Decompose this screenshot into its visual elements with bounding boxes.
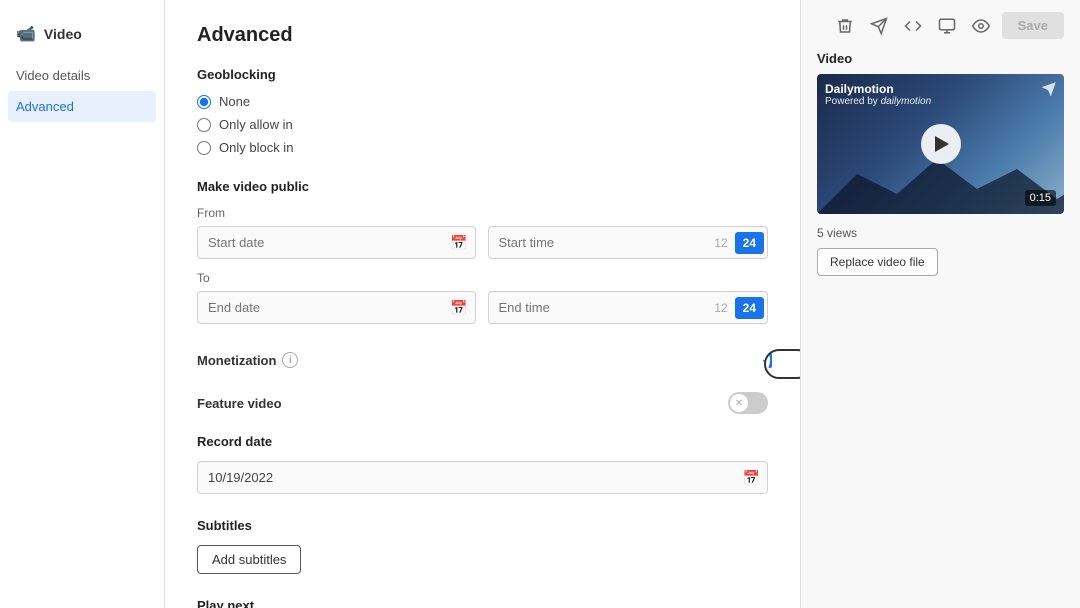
geoblocking-none-radio[interactable] <box>197 95 211 109</box>
play-next-section: Play next <box>197 598 768 608</box>
from-row: 📅 12 24 <box>197 226 768 259</box>
video-brand: Dailymotion Powered by dailymotion <box>825 82 931 107</box>
monetization-row: Monetization i ✓ <box>197 348 768 372</box>
end-time-badge[interactable]: 24 <box>735 297 764 319</box>
feature-video-toggle[interactable]: ✕ <box>728 392 768 414</box>
subtitles-title: Subtitles <box>197 518 768 533</box>
duration-badge: 0:15 <box>1025 190 1056 206</box>
geoblocking-title: Geoblocking <box>197 67 768 82</box>
video-send-icon <box>1042 82 1056 99</box>
geoblocking-none[interactable]: None <box>197 94 768 109</box>
start-time-number: 12 <box>710 236 731 250</box>
send-button[interactable] <box>866 13 892 39</box>
sidebar: 📹 Video Video details Advanced <box>0 0 165 608</box>
make-public-title: Make video public <box>197 179 768 194</box>
toolbar: Save <box>817 12 1064 39</box>
add-subtitles-button[interactable]: Add subtitles <box>197 545 301 574</box>
monetization-slider: ✓ <box>768 353 772 368</box>
start-date-wrap: 📅 <box>197 226 476 259</box>
geoblocking-only-block[interactable]: Only block in <box>197 140 768 155</box>
start-time-input[interactable] <box>489 227 711 258</box>
record-date-input[interactable] <box>197 461 768 494</box>
start-date-input[interactable] <box>197 226 476 259</box>
geoblocking-only-allow[interactable]: Only allow in <box>197 117 768 132</box>
play-button[interactable] <box>921 124 961 164</box>
views-count: 5 views <box>817 226 1064 240</box>
feature-video-slider: ✕ <box>728 392 768 414</box>
sidebar-title: Video <box>44 26 82 42</box>
replace-video-button[interactable]: Replace video file <box>817 248 938 276</box>
feature-video-row: Feature video ✕ <box>197 388 768 418</box>
feature-video-knob: ✕ <box>730 394 748 412</box>
geoblocking-section: Geoblocking None Only allow in Only bloc… <box>197 67 768 155</box>
right-panel: Save Video Dailymotion Powered by dailym… <box>800 0 1080 608</box>
to-label: To <box>197 271 768 285</box>
monetization-info-icon[interactable]: i <box>282 352 298 368</box>
page-title: Advanced <box>197 24 768 47</box>
sidebar-item-video-details[interactable]: Video details <box>0 60 164 91</box>
record-date-calendar-icon: 📅 <box>743 469 760 486</box>
video-thumbnail[interactable]: Dailymotion Powered by dailymotion 0:15 <box>817 74 1064 214</box>
record-date-section: Record date 📅 <box>197 434 768 494</box>
start-time-badge[interactable]: 24 <box>735 232 764 254</box>
end-date-input[interactable] <box>197 291 476 324</box>
monetization-knob: ✓ <box>762 351 770 369</box>
main-content: Advanced Geoblocking None Only allow in … <box>165 0 800 608</box>
monetization-label: Monetization i <box>197 352 298 368</box>
to-row: 📅 12 24 <box>197 291 768 324</box>
save-button[interactable]: Save <box>1002 12 1064 39</box>
end-time-wrap: 12 24 <box>488 291 769 324</box>
sidebar-item-advanced[interactable]: Advanced <box>8 91 156 122</box>
video-brand-sub: Powered by dailymotion <box>825 96 931 107</box>
geoblocking-options: None Only allow in Only block in <box>197 94 768 155</box>
end-date-calendar-icon: 📅 <box>450 299 467 316</box>
start-date-calendar-icon: 📅 <box>450 234 467 251</box>
geoblocking-block-radio[interactable] <box>197 141 211 155</box>
code-button[interactable] <box>900 13 926 39</box>
video-icon: 📹 <box>16 24 36 44</box>
sidebar-header: 📹 Video <box>0 16 164 60</box>
from-label: From <box>197 206 768 220</box>
make-public-section: Make video public From 📅 12 24 To 📅 <box>197 179 768 324</box>
start-time-wrap: 12 24 <box>488 226 769 259</box>
download-button[interactable] <box>934 13 960 39</box>
record-date-wrap: 📅 <box>197 461 768 494</box>
play-next-title: Play next <box>197 598 768 608</box>
feature-video-label: Feature video <box>197 396 282 411</box>
end-time-number: 12 <box>710 301 731 315</box>
end-time-input[interactable] <box>489 292 711 323</box>
video-overlay: Dailymotion Powered by dailymotion <box>825 82 1056 107</box>
record-date-title: Record date <box>197 434 768 449</box>
geoblocking-allow-radio[interactable] <box>197 118 211 132</box>
trash-button[interactable] <box>832 13 858 39</box>
video-panel-label: Video <box>817 51 1064 66</box>
eye-button[interactable] <box>968 13 994 39</box>
end-date-wrap: 📅 <box>197 291 476 324</box>
subtitles-section: Subtitles Add subtitles <box>197 518 768 574</box>
